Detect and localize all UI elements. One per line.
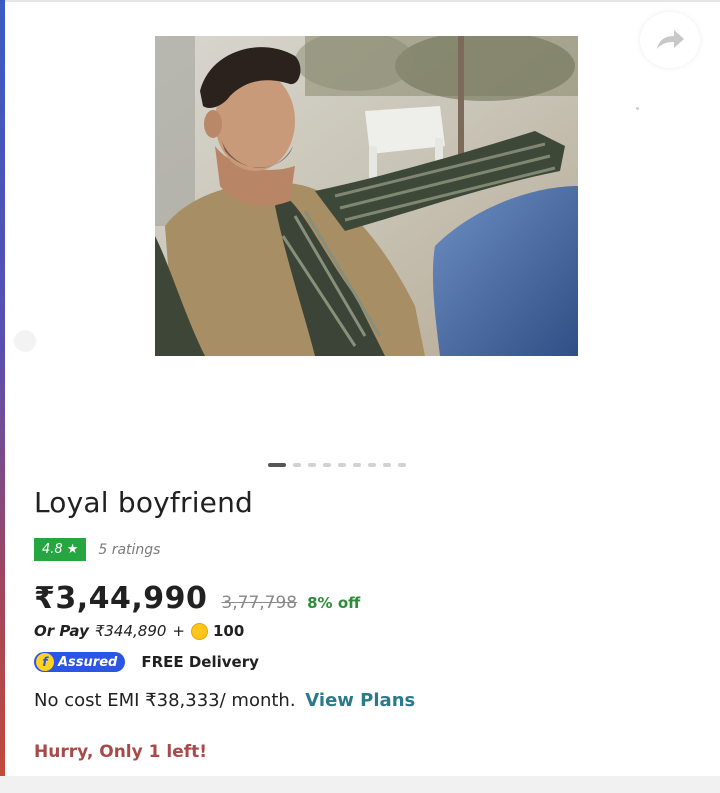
view-plans-link[interactable]: View Plans (305, 690, 415, 711)
or-pay-label: Or Pay (34, 622, 89, 640)
supercoin-count: 100 (213, 622, 245, 640)
plus-sign: + (172, 622, 185, 640)
rating-score: 4.8 (42, 542, 63, 557)
carousel-dot[interactable] (338, 463, 346, 467)
discount-percent: 8% off (307, 594, 361, 612)
carousel-dot[interactable] (353, 463, 361, 467)
carousel-dot-active[interactable] (268, 463, 286, 467)
emi-text: No cost EMI ₹38,333/ month. (34, 690, 296, 711)
top-divider (5, 0, 720, 2)
product-image[interactable] (155, 36, 578, 356)
emi-row: No cost EMI ₹38,333/ month. View Plans (34, 690, 415, 711)
left-edge-strip (0, 0, 5, 776)
share-button[interactable] (640, 12, 700, 68)
carousel-dot[interactable] (383, 463, 391, 467)
assured-label: Assured (58, 654, 118, 670)
rating-badge[interactable]: 4.8 ★ (34, 538, 87, 561)
carousel-dot[interactable] (398, 463, 406, 467)
carousel-dot[interactable] (368, 463, 376, 467)
product-photo (155, 36, 578, 356)
ratings-count[interactable]: 5 ratings (98, 542, 160, 558)
decorative-dot (636, 107, 639, 110)
carousel-dot[interactable] (308, 463, 316, 467)
free-delivery-label: FREE Delivery (141, 653, 259, 671)
carousel-dot[interactable] (323, 463, 331, 467)
or-pay-amount: ₹344,890 (94, 622, 167, 640)
price-row: ₹3,44,990 3,77,798 8% off (34, 581, 360, 616)
carousel-prev-hint (14, 330, 36, 352)
bottom-band (0, 776, 720, 793)
star-icon: ★ (66, 542, 79, 557)
flipkart-f-icon: f (36, 653, 54, 671)
assured-badge: f Assured (34, 652, 126, 672)
assured-row: f Assured FREE Delivery (34, 652, 259, 672)
stock-warning: Hurry, Only 1 left! (34, 742, 207, 762)
original-price: 3,77,798 (221, 593, 298, 613)
image-carousel-indicator (268, 463, 406, 467)
supercoin-icon (191, 622, 208, 640)
product-title: Loyal boyfriend (34, 486, 254, 519)
or-pay-row: Or Pay ₹344,890 + 100 (34, 622, 244, 640)
share-arrow-icon (657, 30, 684, 49)
rating-row: 4.8 ★ 5 ratings (34, 538, 160, 561)
current-price: ₹3,44,990 (34, 581, 208, 616)
carousel-dot[interactable] (293, 463, 301, 467)
